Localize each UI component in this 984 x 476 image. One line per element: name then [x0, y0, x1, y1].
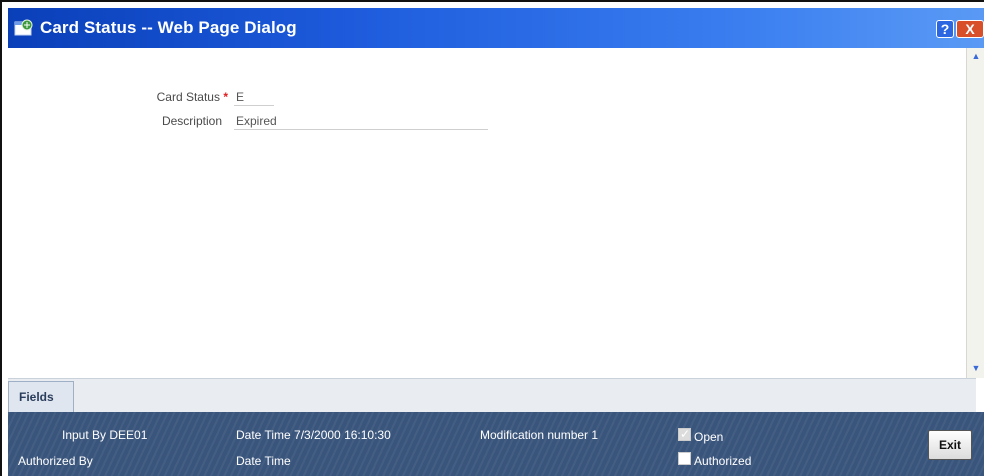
input-date-time: Date Time 7/3/2000 16:10:30 — [236, 428, 391, 442]
scroll-down-icon[interactable]: ▼ — [970, 362, 982, 374]
dialog-body: Card Status * Description — [8, 48, 976, 378]
card-status-input[interactable] — [234, 88, 274, 106]
description-input[interactable] — [234, 112, 488, 130]
required-indicator: * — [223, 90, 228, 104]
audit-footer: Input By DEE01 Authorized By Date Time 7… — [8, 412, 984, 476]
help-button[interactable]: ? — [936, 20, 954, 38]
tab-strip: Fields — [8, 378, 976, 413]
close-button[interactable]: X — [956, 20, 984, 38]
web-dialog-icon — [14, 19, 34, 37]
authorized-label: Authorized — [694, 454, 752, 468]
tab-fields[interactable]: Fields — [8, 381, 74, 413]
authorized-by: Authorized By — [18, 454, 93, 468]
description-label: Description — [161, 114, 222, 128]
title-bar[interactable]: Card Status -- Web Page Dialog ? X — [8, 8, 984, 48]
card-status-label: Card Status * — [128, 90, 228, 104]
scroll-up-icon[interactable]: ▲ — [970, 50, 982, 62]
vertical-scrollbar[interactable]: ▲ ▼ — [966, 48, 984, 378]
authorized-date-time: Date Time — [236, 454, 291, 468]
input-by: Input By DEE01 — [62, 428, 148, 442]
open-checkbox[interactable]: ✓ — [678, 427, 691, 441]
open-label: Open — [694, 430, 724, 444]
dialog-title: Card Status -- Web Page Dialog — [40, 18, 297, 37]
modification-number: Modification number 1 — [480, 428, 599, 442]
authorized-checkbox[interactable] — [678, 452, 691, 465]
exit-button[interactable]: Exit — [928, 430, 972, 460]
checkmark-icon: ✓ — [680, 427, 691, 441]
card-status-label-text: Card Status — [156, 90, 220, 104]
